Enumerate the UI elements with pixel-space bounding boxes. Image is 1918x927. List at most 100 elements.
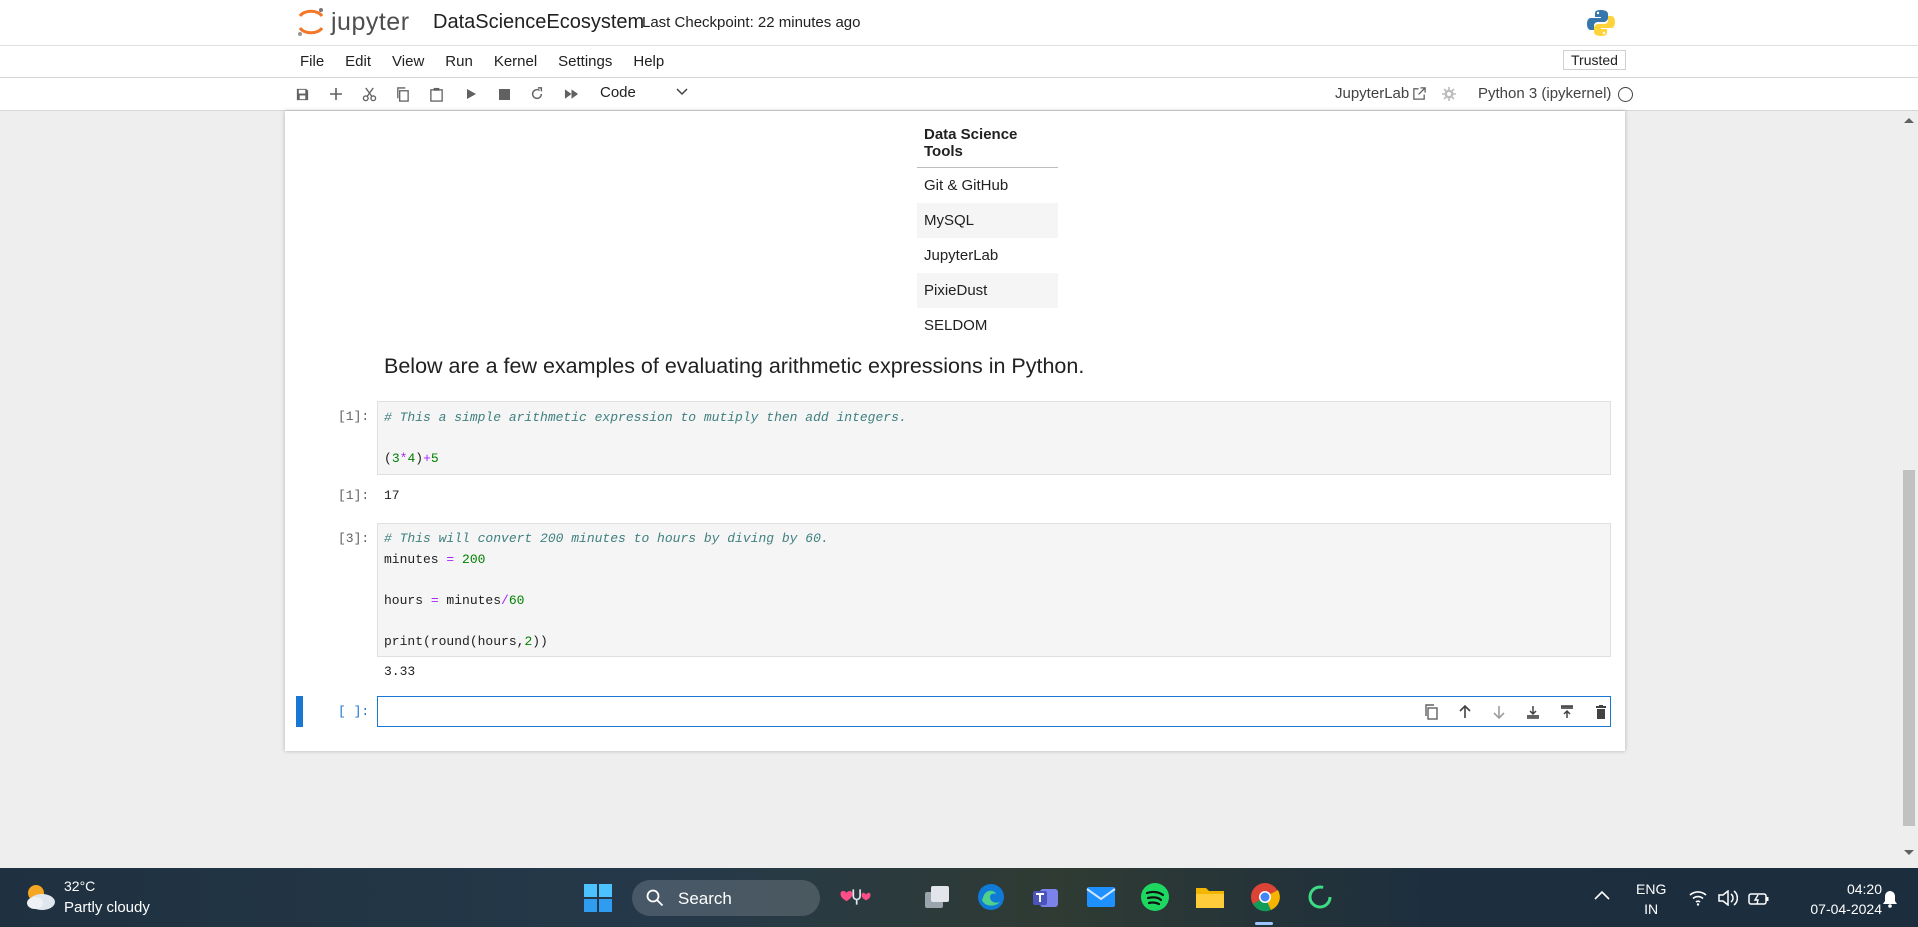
weather-temperature[interactable]: 32°C bbox=[64, 878, 95, 894]
table-cell: SELDOM bbox=[924, 317, 988, 334]
gear-icon bbox=[1442, 87, 1456, 101]
battery-charging-icon[interactable] bbox=[1748, 890, 1770, 906]
table-row: JupyterLab bbox=[917, 238, 1058, 273]
spotify-icon bbox=[1141, 883, 1169, 911]
active-app-indicator bbox=[1255, 922, 1273, 925]
delete-cell-icon[interactable] bbox=[1593, 704, 1609, 720]
search-icon bbox=[646, 889, 664, 907]
edge-browser-icon bbox=[978, 884, 1004, 910]
run-cell-button[interactable] bbox=[462, 85, 480, 103]
cut-button[interactable] bbox=[360, 85, 378, 103]
chevron-down-icon[interactable] bbox=[676, 88, 688, 96]
markdown-heading[interactable]: Below are a few examples of evaluating a… bbox=[384, 354, 1084, 379]
taskbar-app-teams[interactable] bbox=[1029, 880, 1063, 914]
kernel-status-icon bbox=[1618, 87, 1633, 102]
code-line: hours = minutes/60 bbox=[384, 593, 525, 608]
menu-settings[interactable]: Settings bbox=[558, 53, 612, 70]
search-label: Search bbox=[678, 889, 732, 908]
weather-partly-cloudy-icon[interactable] bbox=[22, 880, 58, 914]
taskbar-app-loader[interactable] bbox=[1303, 880, 1337, 914]
scroll-up-arrow-icon[interactable] bbox=[1903, 116, 1915, 124]
menu-items: File Edit View Run Kernel Settings Help bbox=[300, 53, 685, 70]
menu-file[interactable]: File bbox=[300, 53, 324, 70]
scissors-icon bbox=[362, 87, 376, 101]
system-clock[interactable]: 04:20 07-04-2024 bbox=[1806, 879, 1882, 919]
jupyter-logo-icon bbox=[298, 8, 324, 36]
volume-icon[interactable] bbox=[1718, 890, 1738, 906]
taskbar-app-edge[interactable] bbox=[974, 880, 1008, 914]
menu-kernel[interactable]: Kernel bbox=[494, 53, 537, 70]
menu-help[interactable]: Help bbox=[633, 53, 664, 70]
taskbar-app-mail[interactable] bbox=[1084, 880, 1118, 914]
copy-icon bbox=[396, 86, 409, 102]
interrupt-kernel-button[interactable] bbox=[495, 85, 513, 103]
external-link-icon[interactable] bbox=[1412, 86, 1427, 101]
copy-button[interactable] bbox=[393, 85, 411, 103]
menu-bar: File Edit View Run Kernel Settings Help … bbox=[0, 46, 1918, 78]
taskbar-search[interactable]: Search bbox=[632, 880, 820, 916]
taskbar-app-spotify[interactable] bbox=[1138, 880, 1172, 914]
table-cell: Git & GitHub bbox=[924, 177, 1009, 194]
kernel-name[interactable]: Python 3 (ipykernel) bbox=[1478, 85, 1611, 102]
teams-icon bbox=[1033, 889, 1058, 907]
play-icon bbox=[467, 89, 476, 99]
table-cell: MySQL bbox=[917, 203, 1058, 238]
table-cell: PixieDust bbox=[917, 273, 1058, 308]
input-prompt: [3]: bbox=[338, 531, 370, 546]
jupyter-logo[interactable]: jupyter bbox=[295, 6, 410, 38]
code-cell-2[interactable]: # This will convert 200 minutes to hours… bbox=[377, 523, 1611, 657]
chevron-up-icon[interactable] bbox=[1594, 890, 1610, 900]
weather-condition[interactable]: Partly cloudy bbox=[64, 899, 150, 916]
restart-run-all-button[interactable] bbox=[562, 85, 580, 103]
scroll-down-arrow-icon[interactable] bbox=[1903, 849, 1915, 857]
insert-above-icon[interactable] bbox=[1559, 704, 1575, 720]
insert-cell-button[interactable] bbox=[327, 85, 345, 103]
move-down-icon[interactable] bbox=[1491, 704, 1507, 720]
taskbar-app-task-view[interactable] bbox=[920, 880, 954, 914]
notebook-title[interactable]: DataScienceEcosystem bbox=[433, 11, 644, 34]
mail-icon bbox=[1086, 887, 1116, 907]
menu-edit[interactable]: Edit bbox=[345, 53, 371, 70]
table-row: SELDOM bbox=[917, 308, 1058, 343]
clock-time: 04:20 bbox=[1846, 881, 1882, 897]
language-region: IN bbox=[1644, 901, 1659, 917]
data-science-tools-table: Data Science Tools Git & GitHub MySQL Ju… bbox=[917, 117, 1058, 343]
taskbar-app-file-explorer[interactable] bbox=[1193, 880, 1227, 914]
python-logo-icon bbox=[1587, 10, 1615, 36]
cell-type-select[interactable]: Code bbox=[600, 84, 636, 101]
paste-button[interactable] bbox=[427, 85, 445, 103]
plus-icon bbox=[330, 88, 342, 100]
active-code-input[interactable] bbox=[377, 696, 1611, 727]
jupyterlab-link[interactable]: JupyterLab bbox=[1335, 85, 1409, 102]
language-indicator[interactable]: ENG IN bbox=[1636, 879, 1666, 919]
table-row: Git & GitHub bbox=[917, 168, 1058, 204]
windows-taskbar: 32°C Partly cloudy Search ENG IN 04:20 0… bbox=[0, 868, 1918, 927]
table-header: Data Science Tools bbox=[917, 117, 1058, 168]
scrollbar-thumb[interactable] bbox=[1903, 470, 1915, 826]
output-prompt: [1]: bbox=[338, 488, 370, 503]
wifi-icon[interactable] bbox=[1689, 890, 1707, 906]
restart-kernel-button[interactable] bbox=[528, 85, 546, 103]
duplicate-cell-icon[interactable] bbox=[1423, 704, 1439, 720]
chrome-icon bbox=[1251, 883, 1280, 912]
trusted-indicator[interactable]: Trusted bbox=[1563, 50, 1626, 70]
code-line: minutes = 200 bbox=[384, 552, 486, 567]
clipboard-icon bbox=[429, 87, 443, 102]
active-cell-indicator bbox=[296, 696, 303, 727]
stop-icon bbox=[498, 88, 510, 100]
table-row: PixieDust bbox=[917, 273, 1058, 308]
taskbar-app-chrome[interactable] bbox=[1248, 880, 1282, 914]
save-button[interactable] bbox=[293, 85, 311, 103]
menu-view[interactable]: View bbox=[392, 53, 424, 70]
input-prompt: [1]: bbox=[338, 409, 370, 424]
folder-icon bbox=[1196, 888, 1224, 908]
code-cell-1[interactable]: # This a simple arithmetic expression to… bbox=[377, 401, 1611, 475]
table-cell: JupyterLab bbox=[924, 247, 999, 264]
windows-start-icon[interactable] bbox=[584, 884, 612, 912]
notification-bell-icon[interactable] bbox=[1882, 890, 1898, 908]
taskbar-app-health[interactable] bbox=[838, 880, 872, 914]
move-up-icon[interactable] bbox=[1457, 704, 1473, 720]
menu-run[interactable]: Run bbox=[445, 53, 473, 70]
language-code: ENG bbox=[1636, 881, 1667, 897]
insert-below-icon[interactable] bbox=[1525, 704, 1541, 720]
